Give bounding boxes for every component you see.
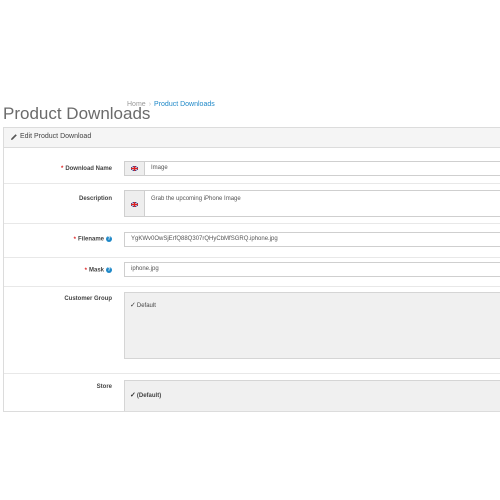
description-textarea[interactable]: Grab the upcoming iPhone Image [124,190,500,217]
language-addon [125,191,145,216]
customer-group-row: Customer Group ✓Default [4,287,500,374]
uk-flag-icon [131,202,138,207]
download-name-label: * Download Name [60,166,112,172]
store-option[interactable]: ✓(Default) [130,391,161,399]
customer-group-option-label: Default [136,303,156,309]
filename-label: * Filename? [73,236,112,243]
store-label: Store [96,384,112,390]
edit-panel: Edit Product Download * Download Name Ima… [3,127,500,412]
checkbox-checked-icon[interactable]: ✓ [130,392,136,399]
filename-value: YgKWv0OwSjErfQ88Q307rQHyCbMfSGRQ.iphone.… [131,236,278,242]
store-well: ✓(Default) [124,380,500,411]
language-addon [125,162,145,175]
description-label: Description [78,196,112,202]
filename-row: * Filename? YgKWv0OwSjErfQ88Q307rQHyCbMfS… [4,224,500,258]
breadcrumb-home-link[interactable]: Home [127,101,146,108]
filename-input[interactable]: YgKWv0OwSjErfQ88Q307rQHyCbMfSGRQ.iphone.… [124,232,500,247]
customer-group-option[interactable]: ✓Default [130,301,156,309]
required-marker: * [60,166,64,172]
question-circle-icon[interactable]: ? [106,267,112,273]
breadcrumb-current-link[interactable]: Product Downloads [154,101,215,108]
download-name-value: Image [151,165,168,171]
description-value: Grab the upcoming iPhone Image [151,196,241,202]
page-header: Product Downloads Home › Product Downloads [0,89,500,123]
mask-input[interactable]: iphone.jpg [124,262,500,277]
customer-group-well: ✓Default [124,292,500,359]
mask-value: iphone.jpg [131,266,159,272]
download-name-input[interactable]: Image [124,161,500,176]
question-circle-icon[interactable]: ? [106,236,112,242]
panel-title: Edit Product Download [20,133,92,140]
store-option-label: (Default) [136,393,162,399]
mask-row: * Mask? iphone.jpg [4,258,500,287]
required-marker: * [73,236,76,243]
customer-group-label: Customer Group [64,296,112,302]
breadcrumb-separator: › [148,101,152,108]
store-row: Store ✓(Default) [4,374,500,411]
checkbox-checked-icon[interactable]: ✓ [130,302,136,309]
download-name-row: * Download Name Image [4,148,500,184]
required-marker: * [84,267,87,274]
description-row: Description Grab the upcoming iPhone Ima… [4,184,500,224]
pencil-icon [11,134,17,140]
uk-flag-icon [131,166,138,171]
panel-heading: Edit Product Download [4,128,500,148]
breadcrumb: Home › Product Downloads [127,101,215,108]
mask-label: * Mask? [84,267,112,274]
